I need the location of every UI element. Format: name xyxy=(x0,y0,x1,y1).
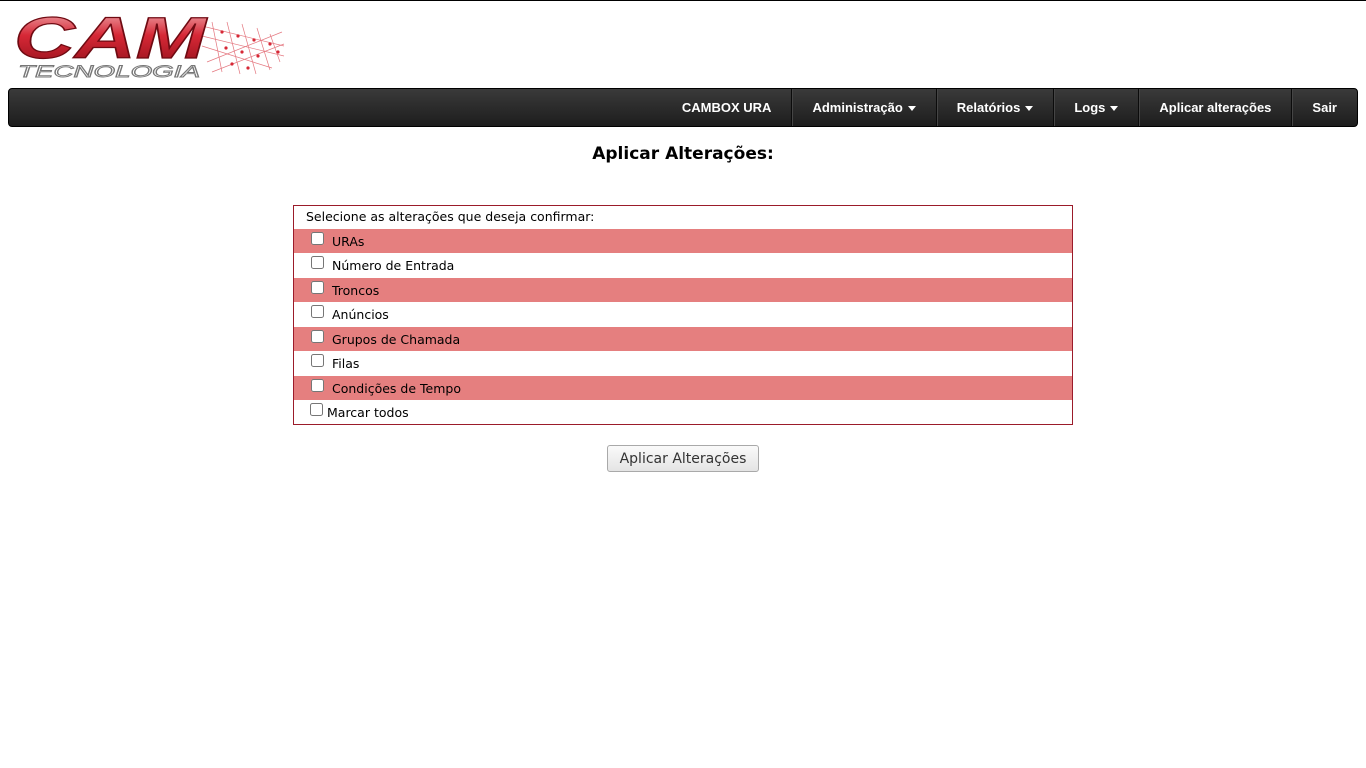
option-label-anuncios: Anúncios xyxy=(332,306,389,322)
checkbox-condicoes-de-tempo[interactable] xyxy=(311,378,324,392)
option-row-troncos[interactable]: Troncos xyxy=(294,278,1072,302)
option-row-numero-de-entrada[interactable]: Número de Entrada xyxy=(294,253,1072,277)
changes-selection-panel: Selecione as alterações que deseja confi… xyxy=(293,205,1073,425)
option-label-numero-de-entrada: Número de Entrada xyxy=(332,257,455,273)
page-title: Aplicar Alterações: xyxy=(592,144,774,164)
option-row-marcar-todos[interactable]: Marcar todos xyxy=(294,400,1072,424)
selection-prompt: Selecione as alterações que deseja confi… xyxy=(306,209,595,224)
checkbox-marcar-todos[interactable] xyxy=(310,402,323,416)
caret-down-icon xyxy=(1025,106,1034,111)
apply-changes-button[interactable]: Aplicar Alterações xyxy=(607,445,759,472)
nav-aplicar-alteracoes[interactable]: Aplicar alterações xyxy=(1138,89,1291,126)
nav-logs-menu[interactable]: Logs xyxy=(1053,89,1138,126)
logo-sub-text: TECNOLOGIA xyxy=(18,62,200,80)
option-row-uras[interactable]: URAs xyxy=(294,229,1072,253)
option-row-grupos-de-chamada[interactable]: Grupos de Chamada xyxy=(294,327,1072,351)
option-label-troncos: Troncos xyxy=(332,282,380,298)
nav-sair-label: Sair xyxy=(1312,100,1337,115)
caret-down-icon xyxy=(1110,106,1119,111)
nav-administracao-label: Administração xyxy=(812,100,903,115)
checkbox-numero-de-entrada[interactable] xyxy=(311,255,324,269)
option-label-uras: URAs xyxy=(332,233,365,249)
nav-sair[interactable]: Sair xyxy=(1291,89,1357,126)
option-row-condicoes-de-tempo[interactable]: Condições de Tempo xyxy=(294,376,1072,400)
option-label-condicoes-de-tempo: Condições de Tempo xyxy=(332,380,461,396)
top-border xyxy=(0,0,1366,1)
cam-tecnologia-logo[interactable]: CAM TECNOLOGIA xyxy=(12,12,286,80)
nav-administracao-menu[interactable]: Administração xyxy=(791,89,935,126)
checkbox-filas[interactable] xyxy=(311,353,324,367)
option-label-marcar-todos: Marcar todos xyxy=(327,404,409,420)
option-row-filas[interactable]: Filas xyxy=(294,351,1072,375)
nav-logs-label: Logs xyxy=(1074,100,1106,115)
nav-cambox-ura-label: CAMBOX URA xyxy=(681,100,772,115)
nav-aplicar-alteracoes-label: Aplicar alterações xyxy=(1159,100,1272,115)
caret-down-icon xyxy=(907,106,916,111)
nav-relatorios-label: Relatórios xyxy=(956,100,1021,115)
checkbox-troncos[interactable] xyxy=(311,280,324,294)
checkbox-uras[interactable] xyxy=(311,231,324,245)
nav-cambox-ura[interactable]: CAMBOX URA xyxy=(662,89,792,126)
main-navbar: CAMBOX URA Administração Relatórios Logs… xyxy=(8,88,1358,127)
nav-relatorios-menu[interactable]: Relatórios xyxy=(935,89,1054,126)
checkbox-grupos-de-chamada[interactable] xyxy=(311,329,324,343)
checkbox-anuncios[interactable] xyxy=(311,304,324,318)
option-label-grupos-de-chamada: Grupos de Chamada xyxy=(332,331,461,347)
option-label-filas: Filas xyxy=(332,355,360,371)
option-row-anuncios[interactable]: Anúncios xyxy=(294,302,1072,326)
